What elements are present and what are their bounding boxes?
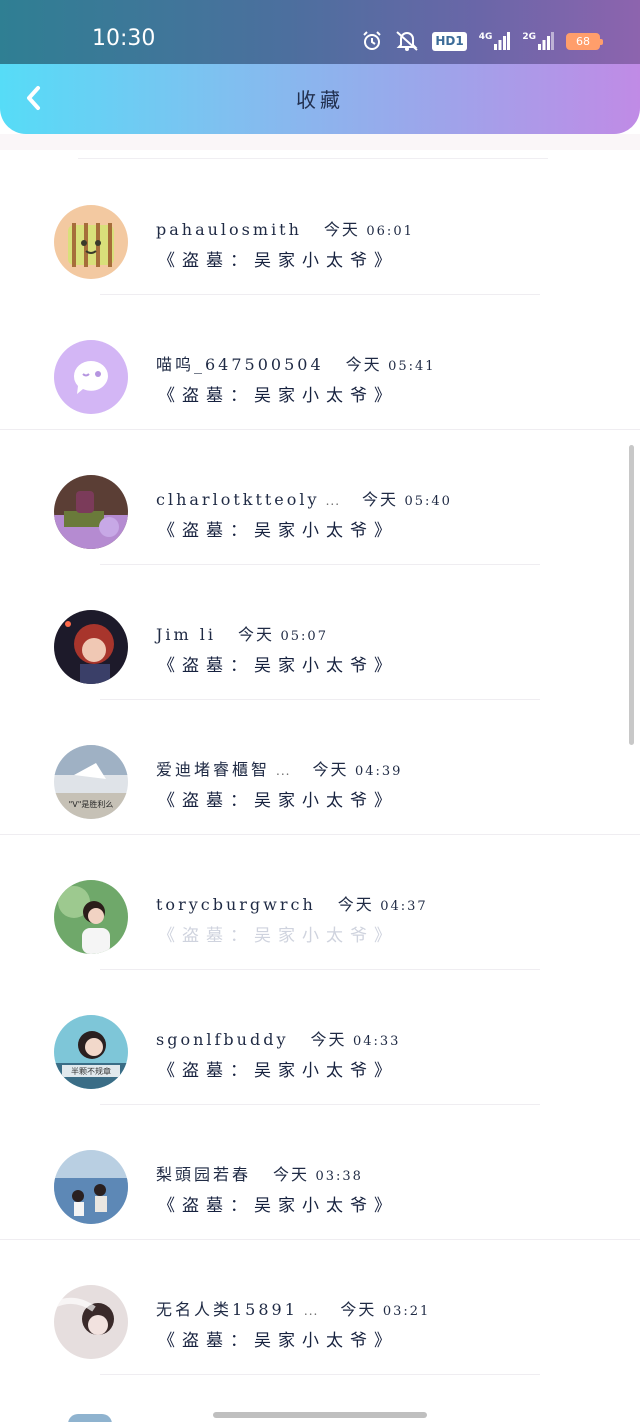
timestamp: 今天 04:33 (310, 1030, 401, 1049)
photo-avatar-icon: 半颗不规章 (54, 1015, 128, 1089)
list-item[interactable]: pahaulosmith 今天 06:01 《盗墓：吴家小太爷》 (0, 160, 640, 295)
photo-avatar-icon (54, 880, 128, 954)
mute-bell-icon (396, 31, 418, 51)
timestamp: 今天 06:01 (323, 220, 414, 239)
book-title[interactable]: 《盗墓：吴家小太爷》 (158, 246, 398, 271)
user-name[interactable]: clharlotktteoly (156, 490, 320, 509)
divider (78, 158, 548, 159)
item-meta: 爱迪堵睿櫃智 ... 今天 04:39 (156, 756, 402, 780)
item-meta: sgonlfbuddy 今天 04:33 (156, 1026, 400, 1050)
timestamp: 今天 05:40 (362, 490, 452, 509)
header-shadow-band (0, 134, 640, 150)
user-name[interactable]: 爱迪堵睿櫃智 (156, 756, 270, 780)
book-title[interactable]: 《盗墓：吴家小太爷》 (158, 1056, 398, 1081)
scrollbar[interactable] (629, 445, 634, 745)
status-icons: HD1 4G 2G 68 (362, 28, 603, 54)
list-item[interactable]: 梨頭园若春 今天 03:38 《盗墓：吴家小太爷》 (0, 1105, 640, 1240)
status-time: 10:30 (92, 26, 156, 51)
book-title[interactable]: 《盗墓：吴家小太爷》 (158, 921, 398, 946)
book-title[interactable]: 《盗墓：吴家小太爷》 (158, 786, 398, 811)
item-meta: 梨頭园若春 今天 03:38 (156, 1161, 363, 1185)
item-meta: Jim li 今天 05:07 (156, 621, 328, 645)
item-meta: clharlotktteoly ... 今天 05:40 (156, 486, 452, 510)
svg-text:"V"是胜利么: "V"是胜利么 (69, 799, 114, 809)
list-item[interactable]: 半颗不规章 sgonlfbuddy 今天 04:33 《盗墓：吴家小太爷》 (0, 970, 640, 1105)
list-item[interactable]: clharlotktteoly ... 今天 05:40 《盗墓：吴家小太爷》 (0, 430, 640, 565)
signal-bars-icon (494, 32, 511, 50)
photo-avatar-icon (54, 1285, 128, 1359)
book-title[interactable]: 《盗墓：吴家小太爷》 (158, 651, 398, 676)
item-meta: 无名人类15891 ... 今天 03:21 (156, 1296, 430, 1320)
svg-text:半颗不规章: 半颗不规章 (71, 1066, 111, 1076)
book-title[interactable]: 《盗墓：吴家小太爷》 (158, 516, 398, 541)
item-meta: 喵呜_647500504 今天 05:41 (156, 351, 436, 375)
timestamp: 今天 03:21 (340, 1300, 431, 1319)
user-name[interactable]: 梨頭园若春 (156, 1161, 251, 1185)
signal-2g: 2G (522, 32, 554, 50)
timestamp: 今天 05:07 (238, 625, 328, 644)
user-avatar[interactable] (54, 205, 128, 279)
divider (100, 1374, 540, 1375)
user-avatar[interactable]: 半颗不规章 (54, 1015, 128, 1089)
user-avatar[interactable]: "V"是胜利么 (54, 745, 128, 819)
user-name[interactable]: 喵呜_647500504 (156, 351, 324, 375)
default-avatar-icon (54, 340, 128, 414)
next-avatar-peek (68, 1414, 112, 1422)
user-name[interactable]: sgonlfbuddy (156, 1030, 289, 1049)
item-meta: torycburgwrch 今天 04:37 (156, 891, 428, 915)
user-name[interactable]: pahaulosmith (156, 220, 302, 239)
user-avatar[interactable] (54, 1285, 128, 1359)
user-name[interactable]: torycburgwrch (156, 895, 316, 914)
user-name[interactable]: Jim li (156, 625, 216, 644)
list-item[interactable]: Jim li 今天 05:07 《盗墓：吴家小太爷》 (0, 565, 640, 700)
home-indicator[interactable] (213, 1412, 427, 1418)
timestamp: 今天 04:39 (312, 760, 403, 779)
battery-icon: 68 (566, 32, 603, 50)
photo-avatar-icon: "V"是胜利么 (54, 745, 128, 819)
user-avatar[interactable] (54, 475, 128, 549)
signal-bars-icon (538, 32, 554, 50)
timestamp: 今天 03:38 (273, 1165, 363, 1184)
hd-badge: HD1 (432, 31, 467, 51)
photo-avatar-icon (54, 1150, 128, 1224)
name-ellipsis: ... (325, 494, 341, 508)
timestamp: 今天 04:37 (337, 895, 428, 914)
list-item[interactable]: 无名人类15891 ... 今天 03:21 《盗墓：吴家小太爷》 (0, 1240, 640, 1375)
timestamp: 今天 05:41 (345, 355, 436, 374)
list-item[interactable]: "V"是胜利么 爱迪堵睿櫃智 ... 今天 04:39 《盗墓：吴家小太爷》 (0, 700, 640, 835)
user-avatar[interactable] (54, 340, 128, 414)
cartoon-avatar-icon (54, 205, 128, 279)
user-avatar[interactable] (54, 880, 128, 954)
book-title[interactable]: 《盗墓：吴家小太爷》 (158, 1326, 398, 1351)
alarm-icon (363, 31, 382, 50)
name-ellipsis: ... (276, 764, 291, 778)
list-item[interactable]: 喵呜_647500504 今天 05:41 《盗墓：吴家小太爷》 (0, 295, 640, 430)
name-ellipsis: ... (303, 1304, 319, 1318)
page-title: 收藏 (296, 88, 344, 112)
photo-avatar-icon (54, 475, 128, 549)
list-item[interactable]: torycburgwrch 今天 04:37 《盗墓：吴家小太爷》 (0, 835, 640, 970)
user-avatar[interactable] (54, 1150, 128, 1224)
book-title[interactable]: 《盗墓：吴家小太爷》 (158, 381, 398, 406)
user-avatar[interactable] (54, 610, 128, 684)
book-title[interactable]: 《盗墓：吴家小太爷》 (158, 1191, 398, 1216)
anime-avatar-icon (54, 610, 128, 684)
signal-4g: 4G (479, 32, 511, 50)
user-name[interactable]: 无名人类15891 (156, 1296, 298, 1320)
header-bar: 收藏 (0, 64, 640, 134)
item-meta: pahaulosmith 今天 06:01 (156, 216, 414, 240)
